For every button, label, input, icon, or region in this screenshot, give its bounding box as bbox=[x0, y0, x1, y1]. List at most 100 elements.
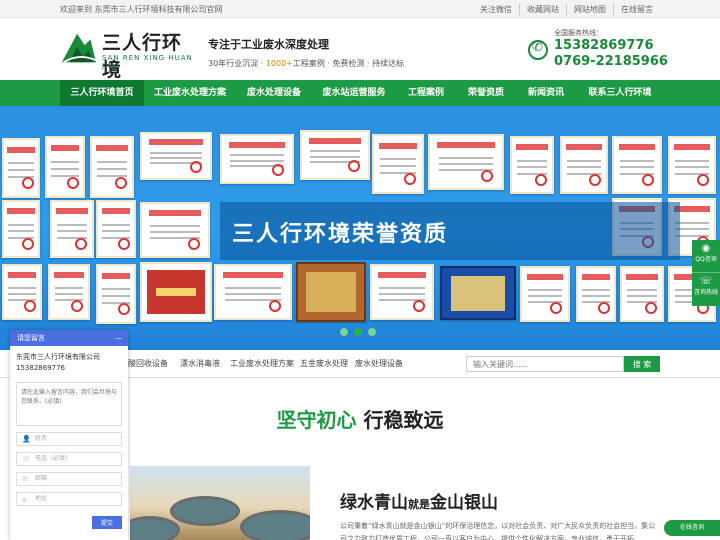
nav-item-equipment[interactable]: 废水处理设备 bbox=[236, 80, 312, 106]
certificate-image bbox=[45, 136, 85, 198]
minimize-icon[interactable]: — bbox=[115, 330, 122, 346]
message-textarea[interactable] bbox=[16, 382, 122, 426]
slider-dot[interactable] bbox=[368, 328, 376, 336]
certificate-image bbox=[140, 262, 212, 322]
slider-dot[interactable] bbox=[340, 328, 348, 336]
message-widget-header[interactable]: 请您留言 — bbox=[10, 330, 128, 346]
certificate-image bbox=[560, 136, 608, 194]
hotline-landline[interactable]: 0769-22185966 bbox=[554, 54, 668, 69]
online-consult-button[interactable]: 在线咨询 bbox=[664, 520, 720, 536]
certificate-image bbox=[2, 138, 40, 198]
certificate-image bbox=[96, 200, 136, 258]
submit-button[interactable]: 提交 bbox=[92, 516, 122, 529]
certificate-image bbox=[372, 134, 424, 194]
certificate-image bbox=[612, 136, 662, 194]
message-widget-title: 请您留言 bbox=[17, 334, 45, 342]
search-button[interactable]: 搜 索 bbox=[624, 356, 660, 372]
logo-en-text: SAN REN XING HUAN JING bbox=[102, 54, 193, 70]
sitemap-link[interactable]: 网站地图 bbox=[566, 4, 613, 15]
search-input[interactable] bbox=[466, 356, 624, 372]
qq-consult-label: QQ咨询 bbox=[695, 256, 717, 263]
top-links: 关注微信 收藏网站 网站地图 在线留言 bbox=[473, 4, 660, 15]
qq-consult-button[interactable]: ◉ QQ咨询 bbox=[692, 240, 720, 273]
slider-dot-active[interactable] bbox=[354, 328, 362, 336]
side-float-bar: ◉ QQ咨询 ☏ 咨询热线 bbox=[692, 240, 720, 306]
hotline-consult-button[interactable]: ☏ 咨询热线 bbox=[692, 273, 720, 306]
message-widget: 请您留言 — 东莞市三人行环境有限公司15382869776 👤 姓名 ☏ 电话（必… bbox=[10, 330, 128, 540]
nav-item-cases[interactable]: 工程案例 bbox=[396, 80, 456, 106]
nav-item-news[interactable]: 新闻资讯 bbox=[516, 80, 576, 106]
phone-field[interactable]: ☏ 电话（必填） bbox=[16, 452, 122, 466]
certificate-image bbox=[370, 264, 434, 320]
about-title-mid: 就是 bbox=[408, 498, 430, 511]
phone-icon bbox=[528, 40, 548, 60]
certificate-image bbox=[296, 262, 366, 322]
name-field-placeholder: 姓名 bbox=[35, 435, 48, 442]
tank-shape bbox=[170, 496, 240, 526]
logo-mountain-icon bbox=[61, 33, 97, 64]
certificate-image bbox=[48, 264, 90, 320]
email-field[interactable]: ✉ 邮箱 bbox=[16, 472, 122, 486]
slogan: 专注于工业废水深度处理 30年行业沉淀 · 1000+工程案例 · 免费检测 ·… bbox=[208, 36, 404, 69]
section-title-dark: 行稳致远 bbox=[363, 408, 444, 432]
nav-item-solutions[interactable]: 工业废水处理方案 bbox=[148, 80, 232, 106]
section-title-green: 坚守初心 bbox=[276, 408, 357, 432]
slogan-sub-a: 30年行业沉淀 · bbox=[208, 59, 266, 68]
bookmark-link[interactable]: 收藏网站 bbox=[519, 4, 566, 15]
certificate-image bbox=[428, 134, 504, 190]
keyword-link[interactable]: 酸回收设备 bbox=[128, 358, 168, 369]
user-icon: 👤 bbox=[22, 435, 31, 443]
welcome-text: 欢迎来到 东莞市三人行环境科技有限公司官网 bbox=[60, 5, 223, 14]
qq-icon: ◉ bbox=[701, 243, 711, 254]
keyword-link[interactable]: 漂水消毒液 bbox=[180, 358, 220, 369]
main-nav: 三人行环境首页 工业废水处理方案 废水处理设备 废水站运营服务 工程案例 荣誉资… bbox=[0, 80, 720, 106]
certificate-image bbox=[576, 266, 616, 322]
top-bar: 欢迎来到 东莞市三人行环境科技有限公司官网 关注微信 收藏网站 网站地图 在线留… bbox=[0, 0, 720, 18]
about-title-b: 金山银山 bbox=[430, 493, 498, 513]
certificate-image bbox=[90, 136, 134, 198]
email-icon: ✉ bbox=[22, 475, 28, 483]
keyword-link[interactable]: 工业废水处理方案 bbox=[230, 358, 294, 369]
address-field[interactable]: ⌂ 地址 bbox=[16, 492, 122, 506]
slogan-title: 专注于工业废水深度处理 bbox=[208, 38, 329, 51]
phone-field-placeholder: 电话（必填） bbox=[35, 455, 72, 462]
message-link[interactable]: 在线留言 bbox=[613, 4, 660, 15]
nav-item-operation[interactable]: 废水站运营服务 bbox=[316, 80, 392, 106]
name-field[interactable]: 👤 姓名 bbox=[16, 432, 122, 446]
about-intro: 公司秉着“绿水青山就是金山银山”的环保治理信念，以对社会负责、对广大民众负责的社… bbox=[340, 522, 656, 540]
honor-banner[interactable]: 三人行环境荣誉资质 bbox=[0, 106, 720, 350]
certificate-image bbox=[50, 200, 94, 258]
tank-shape bbox=[130, 516, 180, 540]
about-title-a: 绿水青山 bbox=[340, 493, 408, 513]
certificate-image bbox=[510, 136, 554, 194]
site-header: 三人行环境 SAN REN XING HUAN JING 专注于工业废水深度处理… bbox=[0, 18, 720, 81]
slogan-highlight: 1000+ bbox=[265, 59, 293, 68]
slogan-sub: 30年行业沉淀 · 1000+工程案例 · 免费检测 · 持续达标 bbox=[208, 58, 404, 69]
hotline-label: 全国服务热线： bbox=[554, 29, 603, 37]
address-field-placeholder: 地址 bbox=[35, 495, 48, 502]
keyword-link[interactable]: 五金废水处理 bbox=[300, 358, 348, 369]
location-icon: ⌂ bbox=[22, 495, 27, 503]
certificate-image bbox=[220, 134, 294, 184]
certificate-image bbox=[520, 266, 570, 322]
slogan-sub-b: 工程案例 · 免费检测 · 持续达标 bbox=[292, 59, 405, 68]
certificate-image bbox=[214, 264, 292, 320]
certificate-image bbox=[140, 132, 212, 180]
hotline-mobile[interactable]: 15382869776 bbox=[554, 38, 654, 53]
phone-icon: ☏ bbox=[699, 276, 713, 287]
phone-icon: ☏ bbox=[22, 455, 31, 463]
logo[interactable]: 三人行环境 SAN REN XING HUAN JING bbox=[60, 26, 200, 81]
nav-item-honors[interactable]: 荣誉资质 bbox=[458, 80, 514, 106]
nav-item-contact[interactable]: 联系三人行环境 bbox=[580, 80, 660, 106]
wechat-link[interactable]: 关注微信 bbox=[473, 4, 519, 15]
nav-item-home[interactable]: 三人行环境首页 bbox=[60, 80, 144, 106]
certificate-image bbox=[140, 202, 210, 258]
keyword-link[interactable]: 废水处理设备 bbox=[355, 358, 403, 369]
banner-headline: 三人行环境荣誉资质 bbox=[232, 222, 449, 247]
certificate-image bbox=[96, 264, 136, 324]
certificate-image bbox=[300, 130, 370, 180]
tank-shape bbox=[240, 510, 310, 540]
certificate-image bbox=[2, 264, 42, 320]
chat-company: 东莞市三人行环境有限公司15382869776 bbox=[16, 353, 100, 372]
hotline-consult-label: 咨询热线 bbox=[693, 289, 718, 296]
